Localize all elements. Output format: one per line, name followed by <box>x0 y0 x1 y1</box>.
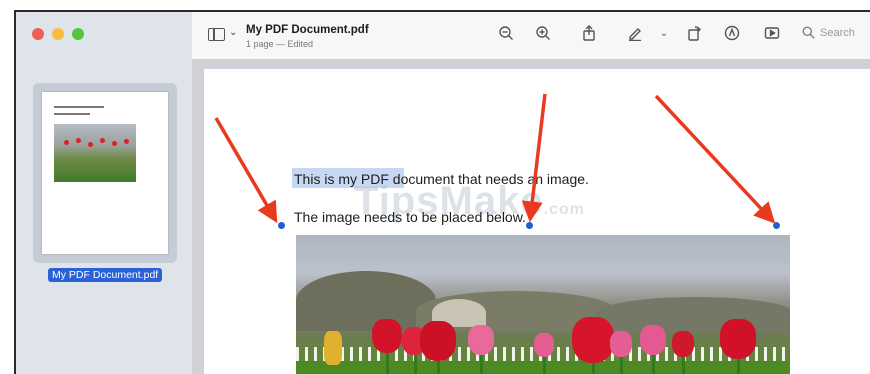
red-arrow-right <box>654 94 776 224</box>
red-arrow-left <box>214 117 278 224</box>
red-arrow-middle <box>521 93 547 223</box>
annotation-arrows <box>214 93 776 224</box>
